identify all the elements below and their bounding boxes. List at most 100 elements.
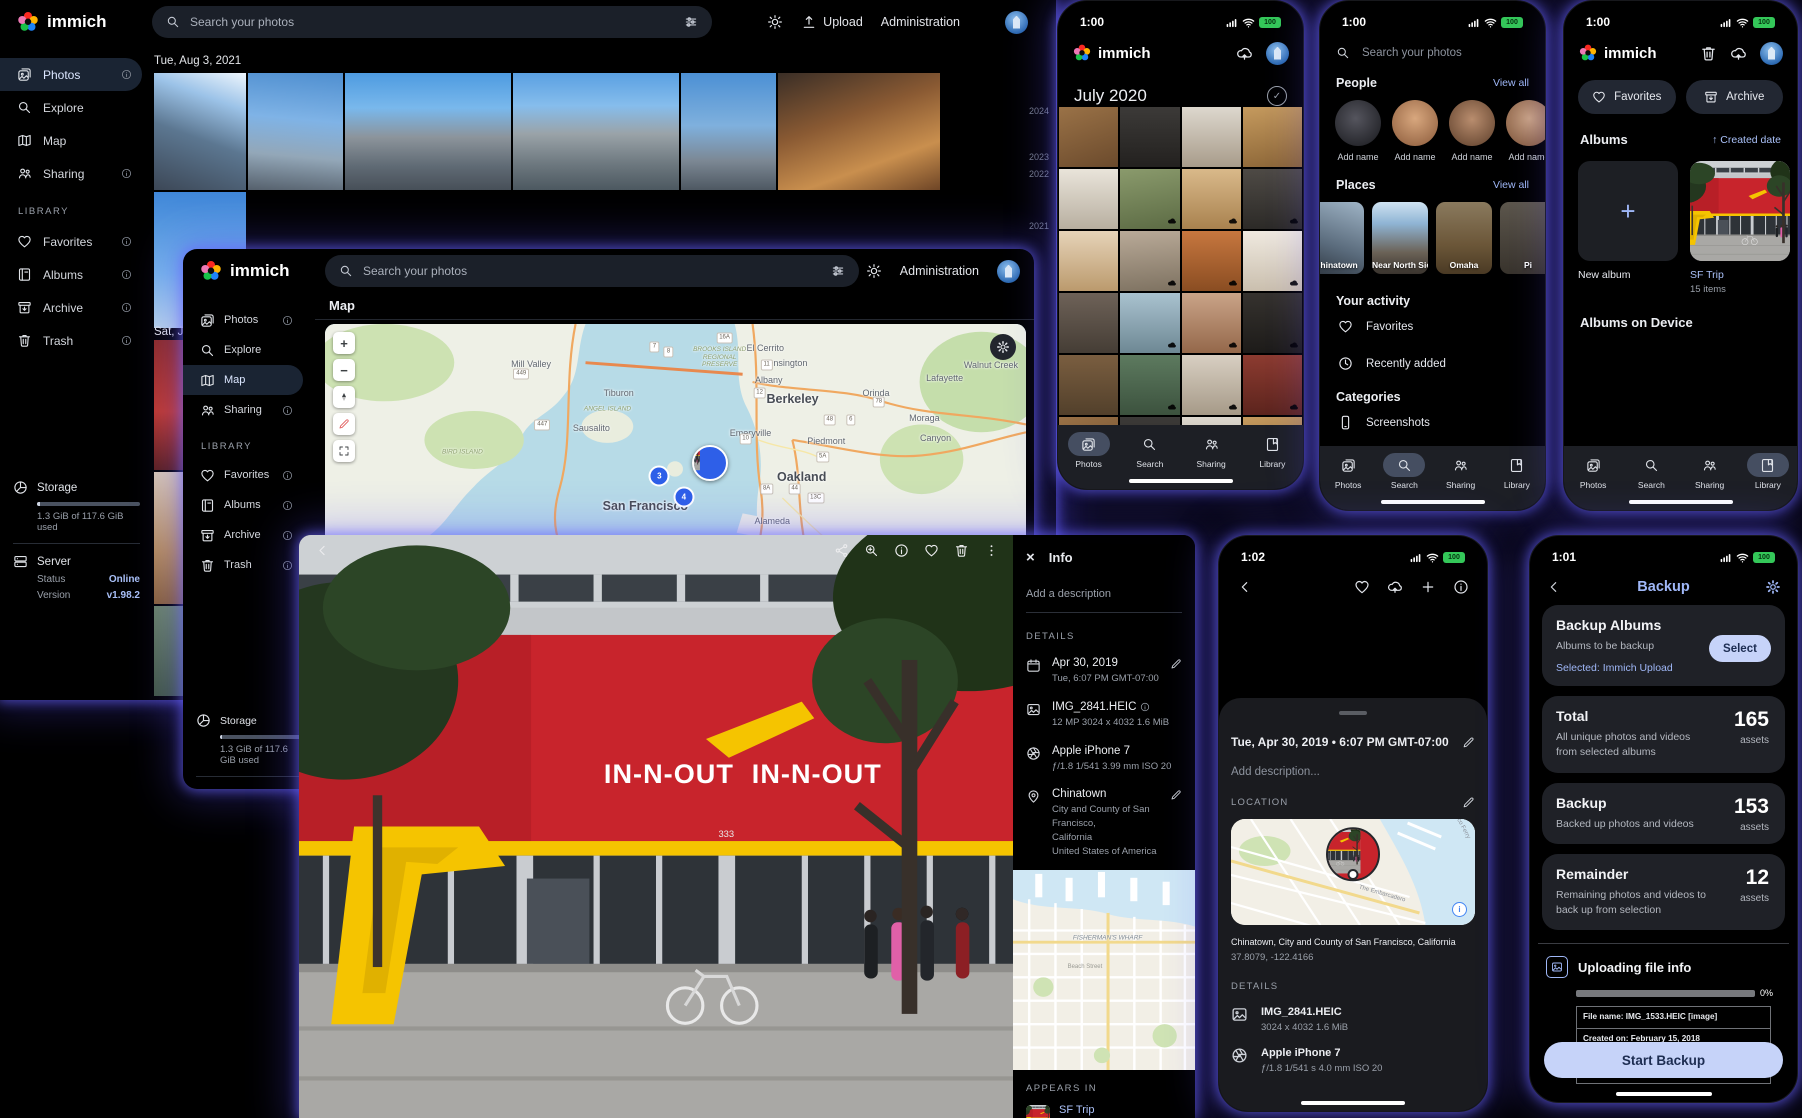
zoom-out-button[interactable]: − — [333, 359, 355, 381]
nav-item[interactable]: Photos — [1058, 432, 1119, 469]
category-row[interactable]: Screenshots — [1320, 404, 1545, 441]
home-indicator[interactable] — [1629, 500, 1733, 504]
favorite-heart-icon[interactable] — [924, 543, 939, 558]
photo-thumbnail[interactable] — [1120, 231, 1179, 291]
start-backup-button[interactable]: Start Backup — [1544, 1042, 1783, 1078]
select-button[interactable]: Select — [1709, 635, 1771, 662]
description-input[interactable]: Add a description — [1026, 588, 1182, 600]
place-card[interactable]: Pi — [1500, 202, 1545, 274]
photo-thumbnail[interactable] — [1243, 169, 1302, 229]
map-cluster-marker[interactable]: 3 — [649, 465, 670, 486]
sidebar-item[interactable]: Trash — [0, 324, 142, 357]
photo-thumbnail[interactable] — [1120, 107, 1179, 167]
location-map-card[interactable]: San Francisco Ferry The Embarcadero i — [1231, 819, 1475, 925]
place-card[interactable]: Chinatown — [1319, 202, 1364, 274]
photo-thumbnail[interactable] — [1182, 293, 1241, 353]
face-thumbnail[interactable] — [1392, 100, 1438, 146]
sidebar-item[interactable]: Favorites — [183, 460, 303, 490]
info-icon[interactable] — [121, 168, 132, 179]
edit-location-icon[interactable] — [1462, 796, 1475, 809]
nav-item[interactable]: Search — [1376, 453, 1432, 490]
info-icon[interactable] — [1453, 579, 1469, 595]
edit-date-icon[interactable] — [1170, 658, 1182, 670]
photo-thumbnail[interactable] — [1182, 107, 1241, 167]
info-icon[interactable] — [282, 470, 293, 481]
back-icon[interactable] — [1546, 579, 1562, 595]
map-cluster-marker[interactable]: 4 — [673, 487, 694, 508]
sidebar-item[interactable]: Archive — [183, 520, 303, 550]
photo-thumbnail[interactable] — [1243, 293, 1302, 353]
activity-row[interactable]: Favorites — [1320, 308, 1545, 345]
nav-item[interactable]: Sharing — [1681, 453, 1739, 490]
sidebar-item[interactable]: Trash — [183, 550, 303, 580]
administration-link[interactable]: Administration — [900, 264, 979, 278]
nav-item[interactable]: Library — [1242, 432, 1303, 469]
nav-item[interactable]: Search — [1119, 432, 1180, 469]
sidebar-item[interactable]: Sharing — [0, 157, 142, 190]
sidebar-item[interactable]: Sharing — [183, 395, 303, 425]
sidebar-item[interactable]: Archive — [0, 291, 142, 324]
photo-thumbnail[interactable] — [1120, 355, 1179, 415]
select-all-icon[interactable]: ✓ — [1267, 86, 1287, 106]
nav-item[interactable]: Library — [1739, 453, 1797, 490]
sidebar-item[interactable]: Photos — [0, 58, 142, 91]
favorites-button[interactable]: Favorites — [1578, 80, 1676, 114]
album-name[interactable]: SF Trip — [1690, 269, 1790, 281]
sidebar-item[interactable]: Map — [0, 124, 142, 157]
view-all-link[interactable]: View all — [1493, 179, 1529, 191]
photo-thumbnail[interactable] — [513, 73, 679, 190]
zoom-in-button[interactable]: + — [333, 332, 355, 354]
nav-item[interactable]: Sharing — [1433, 453, 1489, 490]
info-icon[interactable] — [282, 500, 293, 511]
search-input[interactable]: Search your photos — [325, 255, 859, 287]
location-minimap[interactable]: FISHERMAN'S WHARF Beach Street — [1013, 870, 1195, 1070]
zoom-icon[interactable] — [864, 543, 879, 558]
more-options-icon[interactable] — [984, 543, 999, 558]
face-thumbnail[interactable] — [1449, 100, 1495, 146]
search-input[interactable]: Search your photos — [1320, 32, 1545, 60]
photo-thumbnail[interactable] — [1182, 231, 1241, 291]
back-icon[interactable] — [315, 543, 330, 558]
trash-icon[interactable] — [1700, 45, 1717, 62]
back-icon[interactable] — [1237, 579, 1253, 595]
edit-date-icon[interactable] — [1462, 736, 1475, 749]
photo-map-marker[interactable] — [692, 445, 728, 481]
sidebar-item[interactable]: Albums — [183, 490, 303, 520]
fullscreen-button[interactable] — [333, 440, 355, 462]
photo-thumbnail[interactable] — [1059, 355, 1118, 415]
map-attribution-icon[interactable]: i — [1452, 902, 1467, 917]
info-icon[interactable] — [1140, 702, 1150, 712]
avatar[interactable] — [1266, 42, 1289, 65]
info-icon[interactable] — [121, 69, 132, 80]
administration-link[interactable]: Administration — [881, 15, 960, 29]
info-icon[interactable] — [121, 302, 132, 313]
view-all-link[interactable]: View all — [1493, 77, 1529, 89]
nav-item[interactable]: Sharing — [1181, 432, 1242, 469]
avatar[interactable] — [1760, 42, 1783, 65]
upload-button[interactable]: Upload — [801, 14, 863, 30]
upload-cloud-icon[interactable] — [1387, 579, 1403, 595]
home-indicator[interactable] — [1381, 500, 1485, 504]
compass-button[interactable] — [333, 386, 355, 408]
theme-toggle-icon[interactable] — [866, 263, 882, 279]
person-item[interactable]: Add name — [1391, 100, 1439, 162]
info-icon[interactable] — [121, 335, 132, 346]
map-settings-button[interactable] — [990, 334, 1016, 360]
info-icon[interactable] — [282, 560, 293, 571]
share-icon[interactable] — [834, 543, 849, 558]
photo-thumbnail[interactable] — [1120, 169, 1179, 229]
photo-thumbnail[interactable] — [1059, 293, 1118, 353]
add-icon[interactable] — [1420, 579, 1436, 595]
photo-thumbnail[interactable] — [345, 73, 511, 190]
nav-item[interactable]: Photos — [1564, 453, 1622, 490]
photo-full-view[interactable]: IN-N-OUT IN-N-OUT 333 — [299, 535, 1013, 1118]
home-indicator[interactable] — [1616, 1092, 1712, 1096]
nav-item[interactable]: Library — [1489, 453, 1545, 490]
sidebar-item[interactable]: Photos — [183, 305, 303, 335]
backup-cloud-icon[interactable] — [1730, 45, 1747, 62]
description-input[interactable]: Add description... — [1231, 766, 1475, 778]
sort-button[interactable]: ↑ Created date — [1712, 134, 1781, 146]
sidebar-item[interactable]: Explore — [183, 335, 303, 365]
sidebar-item[interactable]: Albums — [0, 258, 142, 291]
photo-thumbnail[interactable] — [778, 73, 940, 190]
